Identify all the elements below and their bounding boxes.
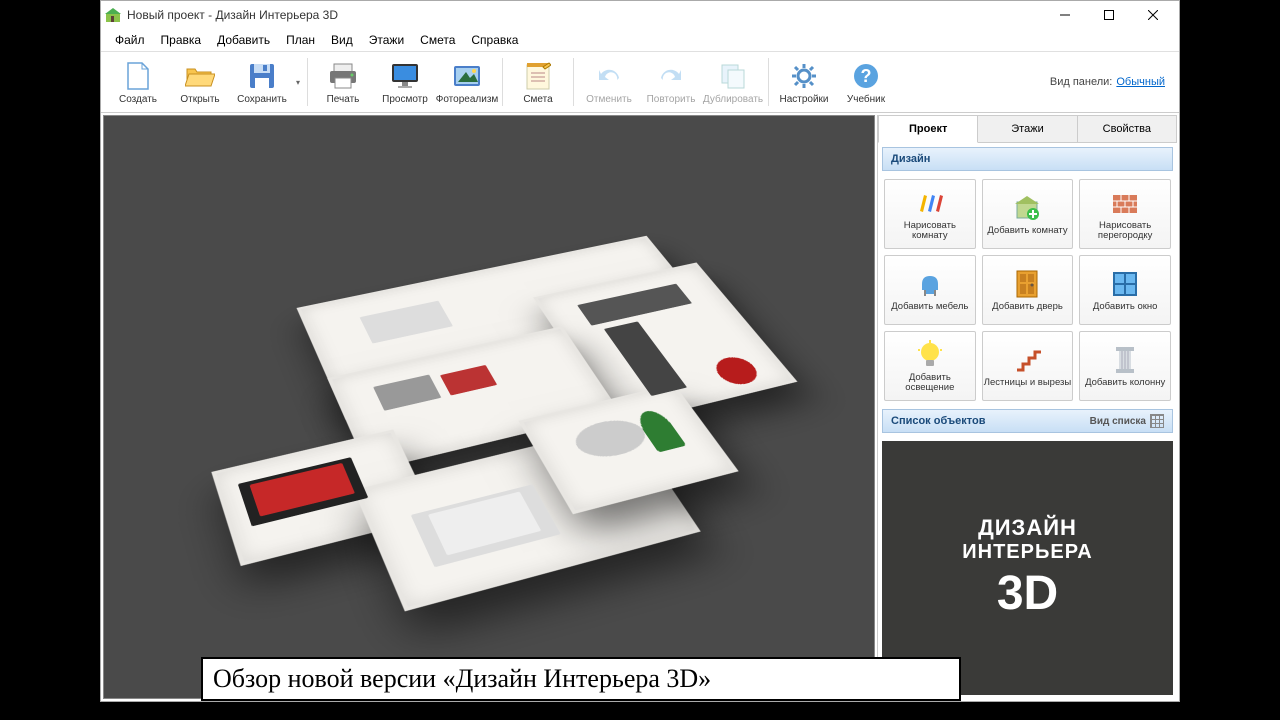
app-icon <box>105 7 121 23</box>
column-icon <box>1109 344 1141 376</box>
separator <box>573 58 574 106</box>
menu-help[interactable]: Справка <box>463 31 526 49</box>
toolbar-photoreal[interactable]: Фотореализм <box>436 54 498 110</box>
undo-icon <box>593 60 625 92</box>
btn-add-column[interactable]: Добавить колонну <box>1079 331 1171 401</box>
toolbar-help[interactable]: ? Учебник <box>835 54 897 110</box>
toolbar-create[interactable]: Создать <box>107 54 169 110</box>
toolbar-redo: Повторить <box>640 54 702 110</box>
tab-properties[interactable]: Свойства <box>1078 115 1177 143</box>
panel-mode: Вид панели: Обычный <box>1050 76 1173 88</box>
titlebar: Новый проект - Дизайн Интерьера 3D <box>101 1 1179 29</box>
app-window: Новый проект - Дизайн Интерьера 3D Файл … <box>100 0 1180 702</box>
maximize-button[interactable] <box>1087 1 1131 29</box>
btn-stairs-cuts[interactable]: Лестницы и вырезы <box>982 331 1074 401</box>
viewport-3d[interactable] <box>103 115 875 699</box>
content: Проект Этажи Свойства Дизайн Нарисовать … <box>101 113 1179 701</box>
menu-add[interactable]: Добавить <box>209 31 278 49</box>
menu-estimate[interactable]: Смета <box>412 31 463 49</box>
btn-add-door[interactable]: Добавить дверь <box>982 255 1074 325</box>
duplicate-icon <box>717 60 749 92</box>
menu-view[interactable]: Вид <box>323 31 361 49</box>
new-file-icon <box>122 60 154 92</box>
list-view-mode[interactable]: Вид списка <box>1090 414 1164 428</box>
objects-section-header: Список объектов Вид списка <box>882 409 1173 433</box>
toolbar-estimate[interactable]: Смета <box>507 54 569 110</box>
floorplan-model <box>131 229 875 661</box>
btn-add-window[interactable]: Добавить окно <box>1079 255 1171 325</box>
menu-file[interactable]: Файл <box>107 31 153 49</box>
menu-edit[interactable]: Правка <box>153 31 210 49</box>
redo-icon <box>655 60 687 92</box>
monitor-icon <box>389 60 421 92</box>
minimize-button[interactable] <box>1043 1 1087 29</box>
toolbar: Создать Открыть Сохранить ▾ Печать Просм… <box>101 51 1179 113</box>
chair-icon <box>914 268 946 300</box>
separator <box>768 58 769 106</box>
toolbar-settings[interactable]: Настройки <box>773 54 835 110</box>
brick-wall-icon <box>1109 187 1141 219</box>
toolbar-undo: Отменить <box>578 54 640 110</box>
design-section-header: Дизайн <box>882 147 1173 171</box>
menu-floors[interactable]: Этажи <box>361 31 412 49</box>
toolbar-preview[interactable]: Просмотр <box>374 54 436 110</box>
draw-room-icon <box>914 187 946 219</box>
door-icon <box>1011 268 1043 300</box>
photoreal-icon <box>451 60 483 92</box>
tab-project[interactable]: Проект <box>878 115 978 143</box>
design-grid: Нарисовать комнату Добавить комнату Нари… <box>878 175 1177 405</box>
close-button[interactable] <box>1131 1 1175 29</box>
toolbar-duplicate: Дублировать <box>702 54 764 110</box>
save-dropdown[interactable]: ▾ <box>293 78 303 87</box>
printer-icon <box>327 60 359 92</box>
separator <box>502 58 503 106</box>
btn-add-lighting[interactable]: Добавить освещение <box>884 331 976 401</box>
panel-mode-link[interactable]: Обычный <box>1116 76 1165 88</box>
toolbar-print[interactable]: Печать <box>312 54 374 110</box>
stairs-icon <box>1011 344 1043 376</box>
grid-icon <box>1150 414 1164 428</box>
help-icon: ? <box>850 60 882 92</box>
toolbar-open[interactable]: Открыть <box>169 54 231 110</box>
separator <box>307 58 308 106</box>
svg-text:?: ? <box>861 66 872 86</box>
toolbar-save[interactable]: Сохранить <box>231 54 293 110</box>
notepad-icon <box>522 60 554 92</box>
save-icon <box>246 60 278 92</box>
btn-add-furniture[interactable]: Добавить мебель <box>884 255 976 325</box>
gear-icon <box>788 60 820 92</box>
btn-draw-partition[interactable]: Нарисовать перегородку <box>1079 179 1171 249</box>
folder-open-icon <box>184 60 216 92</box>
window-title: Новый проект - Дизайн Интерьера 3D <box>127 8 338 22</box>
video-caption: Обзор новой версии «Дизайн Интерьера 3D» <box>201 657 961 701</box>
lightbulb-icon <box>914 339 946 371</box>
menubar: Файл Правка Добавить План Вид Этажи Смет… <box>101 29 1179 51</box>
menu-plan[interactable]: План <box>278 31 323 49</box>
btn-add-room[interactable]: Добавить комнату <box>982 179 1074 249</box>
window-icon <box>1109 268 1141 300</box>
side-tabs: Проект Этажи Свойства <box>878 115 1177 143</box>
btn-draw-room[interactable]: Нарисовать комнату <box>884 179 976 249</box>
tab-floors[interactable]: Этажи <box>978 115 1077 143</box>
add-room-icon <box>1011 192 1043 224</box>
side-panel: Проект Этажи Свойства Дизайн Нарисовать … <box>877 115 1177 699</box>
